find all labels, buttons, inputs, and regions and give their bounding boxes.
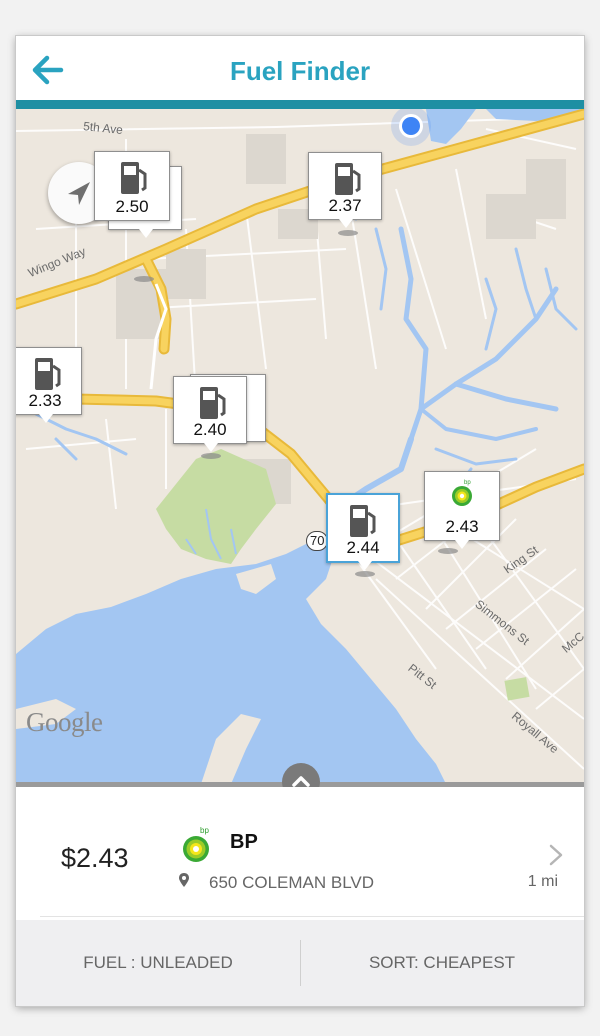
header-divider [16,100,584,109]
fuel-pump-icon [200,387,226,419]
sort-button[interactable]: SORT: CHEAPEST [300,920,584,1006]
station-marker[interactable]: 2.40 [173,376,247,452]
map-view[interactable]: 5th Ave Wingo Way King St Simmons St Pit… [16,109,584,784]
app-screen: Fuel Finder 5th Ave Wingo Way King St Si… [16,36,584,1006]
app-header: Fuel Finder [16,36,584,100]
svg-text:bp: bp [200,826,209,835]
chevron-right-icon[interactable] [548,843,564,867]
station-price: $2.43 [61,843,129,873]
fuel-pump-icon [335,163,361,195]
page-title: Fuel Finder [229,56,371,86]
fuel-pump-icon [121,162,147,194]
location-pin-icon [179,873,189,887]
bp-logo-icon: bp [183,826,209,862]
station-distance: 1 mi [527,873,558,890]
station-marker[interactable]: 2.50 [94,151,170,221]
card-divider [40,916,584,917]
bottom-toolbar: FUEL : UNLEADED SORT: CHEAPEST [16,920,584,1006]
station-card[interactable]: $2.43 bp BP 650 COLEMAN BLVD 1 mi [16,787,584,917]
google-attribution: Google [26,707,103,737]
station-marker[interactable]: 2.33 [16,347,82,423]
station-marker[interactable]: 2.37 [308,152,382,228]
fuel-type-button[interactable]: FUEL : UNLEADED [16,920,300,1006]
fuel-pump-icon [350,505,376,537]
station-marker-selected[interactable]: 2.44 [326,493,400,570]
fuel-pump-icon [35,358,61,390]
station-brand: BP [230,831,258,853]
bp-logo-icon: bp [452,480,472,506]
svg-text:bp: bp [464,480,471,486]
station-address: 650 COLEMAN BLVD [209,873,375,892]
station-marker[interactable]: bp 2.43 [424,471,500,549]
